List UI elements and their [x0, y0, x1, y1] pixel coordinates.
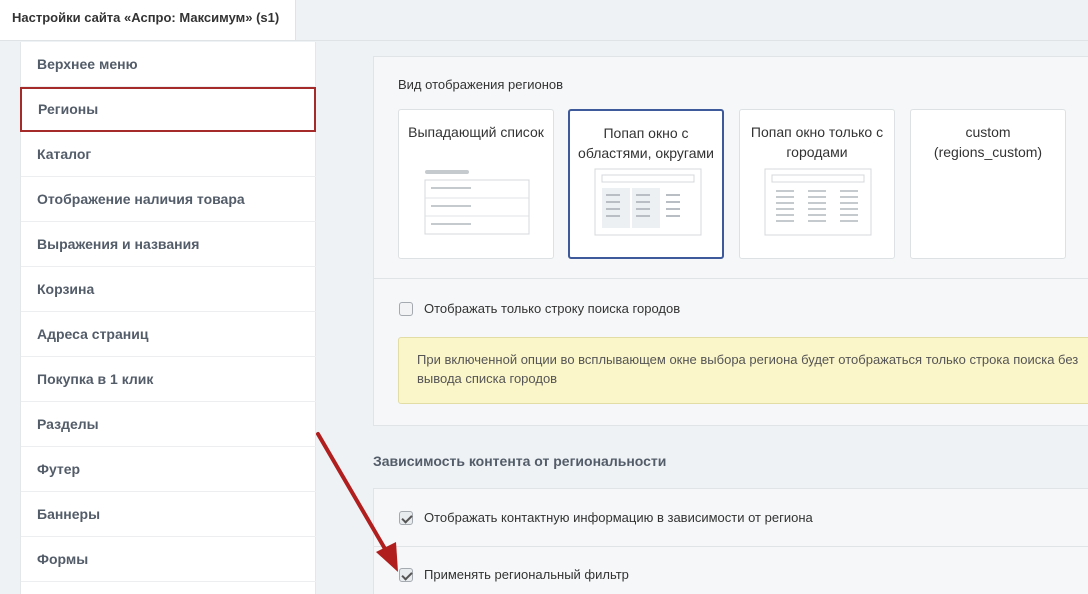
content-dependency-title: Зависимость контента от региональности — [373, 453, 667, 469]
sidebar-item-top-menu[interactable]: Верхнее меню — [21, 42, 316, 87]
sidebar-item-label: Адреса страниц — [37, 326, 149, 342]
tab-title: Настройки сайта «Аспро: Максимум» (s1) — [12, 10, 280, 25]
search-only-checkbox[interactable] — [399, 302, 413, 316]
sidebar-item-forms[interactable]: Формы — [21, 537, 316, 582]
option-label: custom (regions_custom) — [933, 124, 1043, 160]
content-dependency-panel: Отображать контактную информацию в завис… — [373, 488, 1088, 594]
panel-divider — [374, 278, 1088, 279]
regions-view-title: Вид отображения регионов — [398, 77, 564, 92]
sidebar-item-regions[interactable]: Регионы — [20, 87, 316, 132]
popup-regions-preview-icon — [594, 168, 702, 236]
sidebar-item-label: Выражения и названия — [37, 236, 200, 252]
popup-cities-preview-icon — [764, 168, 872, 236]
settings-sidebar: Верхнее меню Регионы Каталог Отображение… — [20, 42, 316, 594]
region-view-option-popup-cities[interactable]: Попап окно только с городами — [739, 109, 895, 259]
regional-filter-label: Применять региональный фильтр — [424, 567, 629, 582]
sidebar-item-basket[interactable]: Корзина — [21, 267, 316, 312]
contacts-by-region-label: Отображать контактную информацию в завис… — [424, 510, 813, 525]
sidebar-item-label: Футер — [37, 461, 81, 477]
sidebar-item-label: Формы — [37, 551, 89, 567]
sidebar-item-sections[interactable]: Разделы — [21, 402, 316, 447]
sidebar-item-footer[interactable]: Футер — [21, 447, 316, 492]
search-only-label: Отображать только строку поиска городов — [424, 301, 681, 316]
sidebar-item-label: Разделы — [37, 416, 99, 432]
option-label: Попап окно только с городами — [750, 124, 884, 160]
sidebar-item-page-urls[interactable]: Адреса страниц — [21, 312, 316, 357]
regions-view-panel: Вид отображения регионов Выпадающий спис… — [373, 56, 1088, 426]
settings-tab[interactable]: Настройки сайта «Аспро: Максимум» (s1) — [0, 0, 296, 40]
search-only-note: При включенной опции во всплывающем окне… — [398, 337, 1088, 404]
sidebar-item-catalog[interactable]: Каталог — [21, 132, 316, 177]
sidebar-item-label: Регионы — [38, 101, 99, 117]
option-label: Попап окно с областями, округами — [578, 125, 714, 161]
top-bar: Настройки сайта «Аспро: Максимум» (s1) — [0, 0, 1088, 41]
region-view-option-dropdown[interactable]: Выпадающий список — [398, 109, 554, 259]
sidebar-item-label: Покупка в 1 клик — [37, 371, 154, 387]
row-divider — [374, 546, 1088, 547]
sidebar-item-label: Каталог — [37, 146, 92, 162]
region-view-option-custom[interactable]: custom (regions_custom) — [910, 109, 1066, 259]
sidebar-item-label: Корзина — [37, 281, 95, 297]
option-label: Выпадающий список — [408, 124, 544, 140]
dropdown-preview-icon — [424, 170, 530, 235]
sidebar-item-label: Верхнее меню — [37, 56, 138, 72]
annotation-arrow-icon — [316, 432, 398, 572]
sidebar-item-phrases[interactable]: Выражения и названия — [21, 222, 316, 267]
sidebar-item-banners[interactable]: Баннеры — [21, 492, 316, 537]
region-view-option-popup-regions[interactable]: Попап окно с областями, округами — [568, 109, 724, 259]
sidebar-item-stock-display[interactable]: Отображение наличия товара — [21, 177, 316, 222]
sidebar-item-label: Отображение наличия товара — [37, 191, 245, 207]
sidebar-item-label: Баннеры — [37, 506, 101, 522]
sidebar-item-one-click[interactable]: Покупка в 1 клик — [21, 357, 316, 402]
